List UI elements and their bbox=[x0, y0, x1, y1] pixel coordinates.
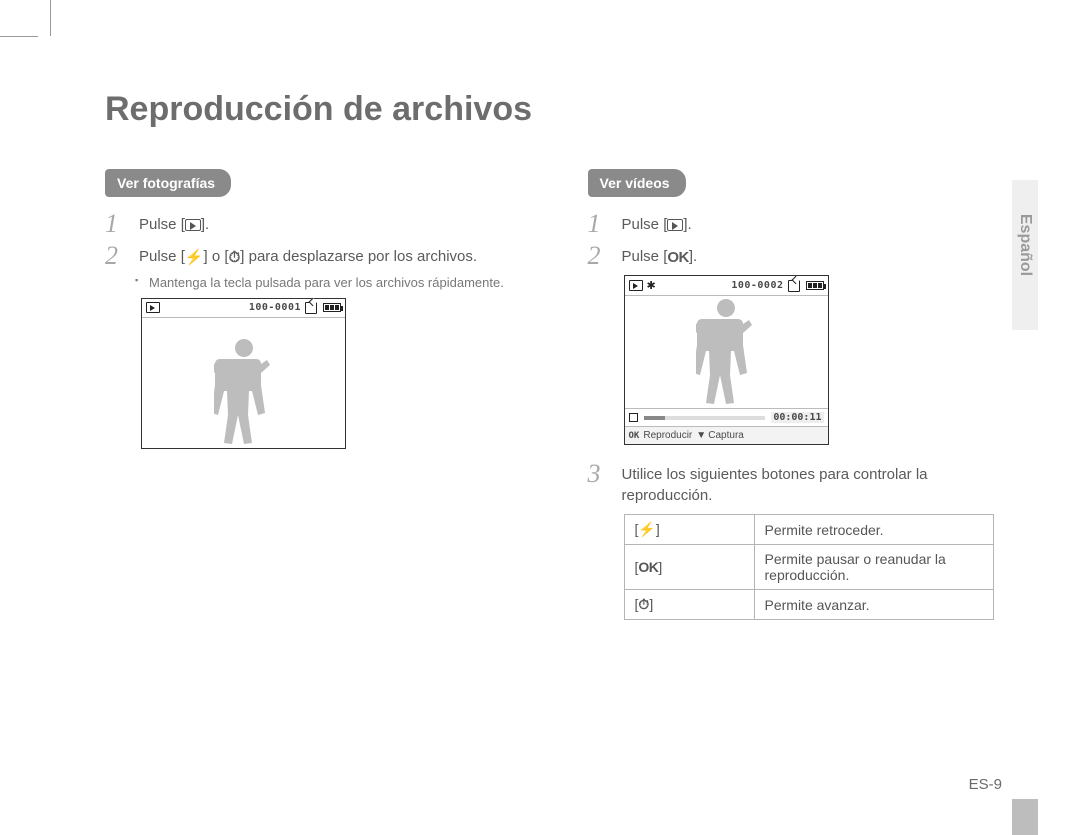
language-label: Español bbox=[1016, 214, 1034, 276]
step-text: Pulse [⚡] o [⏱] para desplazarse por los… bbox=[139, 243, 504, 292]
control-desc: Permite avanzar. bbox=[754, 590, 993, 620]
screen-topbar: 100-0001 bbox=[142, 299, 345, 318]
video-hint-bar: OK Reproducir ▼ Captura bbox=[625, 426, 828, 444]
ok-icon: OK bbox=[667, 247, 689, 268]
step-text: Pulse [OK]. bbox=[622, 243, 698, 268]
flash-icon: ⚡ bbox=[185, 247, 204, 268]
table-row: [OK] Permite pausar o reanudar la reprod… bbox=[624, 545, 993, 590]
video-indicator-icon: ✱ bbox=[647, 279, 656, 292]
person-silhouette bbox=[214, 333, 274, 448]
playback-mode-icon bbox=[629, 280, 643, 291]
elapsed-time: 00:00:11 bbox=[771, 412, 823, 423]
step-number: 1 bbox=[588, 211, 622, 237]
step-3-videos: 3 Utilice los siguientes botones para co… bbox=[588, 461, 1001, 506]
control-key: [⚡] bbox=[624, 515, 754, 545]
down-icon: ▼ bbox=[696, 430, 704, 441]
control-key: [OK] bbox=[624, 545, 754, 590]
step-text: Pulse []. bbox=[139, 211, 209, 235]
steps-videos: 1 Pulse []. 2 Pulse [OK]. bbox=[588, 211, 1001, 269]
photo-preview-screen: 100-0001 bbox=[141, 298, 346, 449]
playback-mode-icon bbox=[146, 302, 160, 313]
ok-icon: OK bbox=[638, 559, 658, 575]
step-number: 3 bbox=[588, 461, 622, 487]
screen-body bbox=[625, 296, 828, 408]
table-row: [⏱] Permite avanzar. bbox=[624, 590, 993, 620]
control-desc: Permite pausar o reanudar la reproducció… bbox=[754, 545, 993, 590]
stop-icon bbox=[629, 413, 638, 422]
hint-capture: Captura bbox=[708, 430, 744, 441]
timer-icon: ⏱ bbox=[638, 596, 649, 612]
step-2-videos: 2 Pulse [OK]. bbox=[588, 243, 1001, 269]
steps-photos: 1 Pulse []. 2 Pulse [⚡] o [⏱] para despl… bbox=[105, 211, 518, 292]
video-preview-screen: ✱ 100-0002 bbox=[624, 275, 829, 445]
steps-videos-cont: 3 Utilice los siguientes botones para co… bbox=[588, 461, 1001, 506]
battery-icon bbox=[323, 303, 341, 312]
language-tab: Español bbox=[1012, 180, 1038, 330]
progress-fill bbox=[644, 416, 666, 420]
thumb-index-block bbox=[1012, 799, 1038, 835]
step-number: 2 bbox=[105, 243, 139, 269]
control-key: [⏱] bbox=[624, 590, 754, 620]
playback-controls-table: [⚡] Permite retroceder. [OK] Permite pau… bbox=[624, 514, 994, 620]
step-text: Pulse []. bbox=[622, 211, 692, 235]
battery-icon bbox=[806, 281, 824, 290]
page-title: Reproducción de archivos bbox=[105, 90, 1000, 129]
step-text: Utilice los siguientes botones para cont… bbox=[622, 461, 1001, 506]
flash-icon: ⚡ bbox=[638, 521, 655, 537]
control-desc: Permite retroceder. bbox=[754, 515, 993, 545]
manual-page: Reproducción de archivos Ver fotografías… bbox=[0, 0, 1080, 835]
section-heading-photos: Ver fotografías bbox=[105, 169, 231, 197]
step-number: 1 bbox=[105, 211, 139, 237]
ok-icon: OK bbox=[629, 431, 640, 441]
column-photos: Ver fotografías 1 Pulse []. 2 Pulse [⚡] … bbox=[105, 169, 518, 620]
crop-mark-vertical bbox=[50, 0, 51, 36]
memory-card-icon bbox=[305, 302, 317, 314]
step-number: 2 bbox=[588, 243, 622, 269]
table-row: [⚡] Permite retroceder. bbox=[624, 515, 993, 545]
screen-body bbox=[142, 318, 345, 448]
video-progress-bar: 00:00:11 bbox=[625, 408, 828, 426]
step-1-videos: 1 Pulse []. bbox=[588, 211, 1001, 237]
timer-icon: ⏱ bbox=[229, 247, 241, 268]
page-number: ES-9 bbox=[969, 776, 1002, 793]
progress-track bbox=[644, 416, 766, 420]
crop-mark-horizontal bbox=[0, 36, 38, 37]
two-column-layout: Ver fotografías 1 Pulse []. 2 Pulse [⚡] … bbox=[105, 169, 1000, 620]
file-counter: 100-0002 bbox=[731, 280, 783, 291]
hint-play: Reproducir bbox=[643, 430, 692, 441]
play-mode-icon bbox=[185, 219, 201, 231]
file-counter: 100-0001 bbox=[249, 302, 301, 313]
step-subnote: Mantenga la tecla pulsada para ver los a… bbox=[139, 274, 504, 292]
memory-card-icon bbox=[788, 280, 800, 292]
step-2-photos: 2 Pulse [⚡] o [⏱] para desplazarse por l… bbox=[105, 243, 518, 292]
section-heading-videos: Ver vídeos bbox=[588, 169, 686, 197]
column-videos: Ver vídeos 1 Pulse []. 2 Pulse [OK]. bbox=[588, 169, 1001, 620]
step-1-photos: 1 Pulse []. bbox=[105, 211, 518, 237]
play-mode-icon bbox=[667, 219, 683, 231]
page-content: Reproducción de archivos Ver fotografías… bbox=[105, 90, 1000, 620]
person-silhouette bbox=[696, 293, 756, 408]
